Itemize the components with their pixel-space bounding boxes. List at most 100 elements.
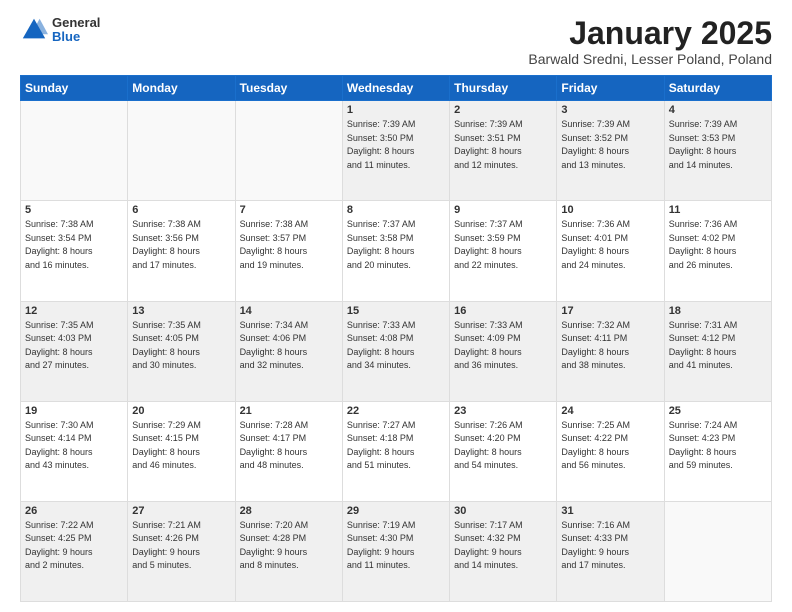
calendar-cell: 30 Sunrise: 7:17 AMSunset: 4:32 PMDayligh… <box>450 501 557 601</box>
day-number: 7 <box>240 204 338 216</box>
day-number: 14 <box>240 305 338 317</box>
day-number: 11 <box>669 204 767 216</box>
day-info: Sunrise: 7:17 AMSunset: 4:32 PMDaylight:… <box>454 519 552 573</box>
day-number: 19 <box>25 405 123 417</box>
day-info: Sunrise: 7:16 AMSunset: 4:33 PMDaylight:… <box>561 519 659 573</box>
day-number: 8 <box>347 204 445 216</box>
day-number: 18 <box>669 305 767 317</box>
weekday-header-monday: Monday <box>128 76 235 101</box>
day-number: 15 <box>347 305 445 317</box>
calendar-cell: 13Sunrise: 7:35 AMSunset: 4:05 PMDayligh… <box>128 301 235 401</box>
page: General Blue January 2025 Barwald Sredni… <box>0 0 792 612</box>
weekday-header-thursday: Thursday <box>450 76 557 101</box>
calendar-cell: 31Sunrise: 7:16 AMSunset: 4:33 PMDayligh… <box>557 501 664 601</box>
day-info: Sunrise: 7:38 AMSunset: 3:56 PMDaylight:… <box>132 218 230 272</box>
day-number: 27 <box>132 505 230 517</box>
day-number: 28 <box>240 505 338 517</box>
day-info: Sunrise: 7:37 AMSunset: 3:59 PMDaylight:… <box>454 218 552 272</box>
day-number: 29 <box>347 505 445 517</box>
calendar-cell: 22 Sunrise: 7:27 AMSunset: 4:18 PMDayligh… <box>342 401 449 501</box>
logo-text: General Blue <box>52 16 100 45</box>
calendar-cell: 17 Sunrise: 7:32 AMSunset: 4:11 PMDayligh… <box>557 301 664 401</box>
day-info: Sunrise: 7:32 AMSunset: 4:11 PMDaylight:… <box>561 319 659 373</box>
day-number: 20 <box>132 405 230 417</box>
day-info: Sunrise: 7:38 AMSunset: 3:54 PMDaylight:… <box>25 218 123 272</box>
calendar-cell: 6 Sunrise: 7:38 AMSunset: 3:56 PMDaylight… <box>128 201 235 301</box>
calendar-cell: 5 Sunrise: 7:38 AMSunset: 3:54 PMDaylight… <box>21 201 128 301</box>
weekday-header-sunday: Sunday <box>21 76 128 101</box>
day-info: Sunrise: 7:34 AMSunset: 4:06 PMDaylight:… <box>240 319 338 373</box>
day-number: 30 <box>454 505 552 517</box>
weekday-header-saturday: Saturday <box>664 76 771 101</box>
day-number: 17 <box>561 305 659 317</box>
day-info: Sunrise: 7:39 AMSunset: 3:53 PMDaylight:… <box>669 118 767 172</box>
calendar-week-row: 1Sunrise: 7:39 AMSunset: 3:50 PMDaylight… <box>21 101 772 201</box>
day-info: Sunrise: 7:25 AMSunset: 4:22 PMDaylight:… <box>561 419 659 473</box>
day-info: Sunrise: 7:39 AMSunset: 3:52 PMDaylight:… <box>561 118 659 172</box>
calendar-cell: 16 Sunrise: 7:33 AMSunset: 4:09 PMDayligh… <box>450 301 557 401</box>
day-info: Sunrise: 7:39 AMSunset: 3:51 PMDaylight:… <box>454 118 552 172</box>
day-info: Sunrise: 7:33 AMSunset: 4:09 PMDaylight:… <box>454 319 552 373</box>
logo-blue-text: Blue <box>52 30 100 44</box>
calendar-table: SundayMondayTuesdayWednesdayThursdayFrid… <box>20 75 772 602</box>
weekday-header-wednesday: Wednesday <box>342 76 449 101</box>
calendar-cell: 1Sunrise: 7:39 AMSunset: 3:50 PMDaylight… <box>342 101 449 201</box>
calendar-cell: 2 Sunrise: 7:39 AMSunset: 3:51 PMDaylight… <box>450 101 557 201</box>
day-info: Sunrise: 7:36 AMSunset: 4:01 PMDaylight:… <box>561 218 659 272</box>
day-info: Sunrise: 7:22 AMSunset: 4:25 PMDaylight:… <box>25 519 123 573</box>
location: Barwald Sredni, Lesser Poland, Poland <box>528 51 772 67</box>
calendar-cell: 9 Sunrise: 7:37 AMSunset: 3:59 PMDaylight… <box>450 201 557 301</box>
day-number: 9 <box>454 204 552 216</box>
calendar-week-row: 19 Sunrise: 7:30 AMSunset: 4:14 PMDayligh… <box>21 401 772 501</box>
calendar-week-row: 26 Sunrise: 7:22 AMSunset: 4:25 PMDayligh… <box>21 501 772 601</box>
calendar-week-row: 5 Sunrise: 7:38 AMSunset: 3:54 PMDaylight… <box>21 201 772 301</box>
day-info: Sunrise: 7:21 AMSunset: 4:26 PMDaylight:… <box>132 519 230 573</box>
day-info: Sunrise: 7:20 AMSunset: 4:28 PMDaylight:… <box>240 519 338 573</box>
calendar-cell: 4 Sunrise: 7:39 AMSunset: 3:53 PMDaylight… <box>664 101 771 201</box>
calendar-cell: 21Sunrise: 7:28 AMSunset: 4:17 PMDayligh… <box>235 401 342 501</box>
day-number: 16 <box>454 305 552 317</box>
day-number: 22 <box>347 405 445 417</box>
calendar-cell: 26 Sunrise: 7:22 AMSunset: 4:25 PMDayligh… <box>21 501 128 601</box>
day-info: Sunrise: 7:37 AMSunset: 3:58 PMDaylight:… <box>347 218 445 272</box>
title-block: January 2025 Barwald Sredni, Lesser Pola… <box>528 16 772 67</box>
calendar-week-row: 12Sunrise: 7:35 AMSunset: 4:03 PMDayligh… <box>21 301 772 401</box>
day-number: 24 <box>561 405 659 417</box>
day-info: Sunrise: 7:35 AMSunset: 4:03 PMDaylight:… <box>25 319 123 373</box>
day-info: Sunrise: 7:33 AMSunset: 4:08 PMDaylight:… <box>347 319 445 373</box>
day-number: 26 <box>25 505 123 517</box>
day-info: Sunrise: 7:27 AMSunset: 4:18 PMDaylight:… <box>347 419 445 473</box>
calendar-cell <box>128 101 235 201</box>
day-info: Sunrise: 7:28 AMSunset: 4:17 PMDaylight:… <box>240 419 338 473</box>
day-number: 4 <box>669 104 767 116</box>
calendar-cell <box>21 101 128 201</box>
calendar-cell: 3 Sunrise: 7:39 AMSunset: 3:52 PMDaylight… <box>557 101 664 201</box>
logo-general-text: General <box>52 16 100 30</box>
logo-icon <box>20 16 48 44</box>
calendar-cell: 23Sunrise: 7:26 AMSunset: 4:20 PMDayligh… <box>450 401 557 501</box>
day-number: 2 <box>454 104 552 116</box>
day-number: 6 <box>132 204 230 216</box>
month-title: January 2025 <box>528 16 772 51</box>
day-number: 3 <box>561 104 659 116</box>
calendar-cell: 19 Sunrise: 7:30 AMSunset: 4:14 PMDayligh… <box>21 401 128 501</box>
day-info: Sunrise: 7:19 AMSunset: 4:30 PMDaylight:… <box>347 519 445 573</box>
day-info: Sunrise: 7:39 AMSunset: 3:50 PMDaylight:… <box>347 118 445 172</box>
calendar-cell: 7 Sunrise: 7:38 AMSunset: 3:57 PMDaylight… <box>235 201 342 301</box>
calendar-cell: 29 Sunrise: 7:19 AMSunset: 4:30 PMDayligh… <box>342 501 449 601</box>
day-info: Sunrise: 7:30 AMSunset: 4:14 PMDaylight:… <box>25 419 123 473</box>
calendar-cell: 10Sunrise: 7:36 AMSunset: 4:01 PMDayligh… <box>557 201 664 301</box>
calendar-cell: 24 Sunrise: 7:25 AMSunset: 4:22 PMDayligh… <box>557 401 664 501</box>
calendar-cell: 12Sunrise: 7:35 AMSunset: 4:03 PMDayligh… <box>21 301 128 401</box>
day-number: 13 <box>132 305 230 317</box>
logo: General Blue <box>20 16 100 45</box>
day-info: Sunrise: 7:38 AMSunset: 3:57 PMDaylight:… <box>240 218 338 272</box>
day-number: 25 <box>669 405 767 417</box>
calendar-cell: 15 Sunrise: 7:33 AMSunset: 4:08 PMDayligh… <box>342 301 449 401</box>
day-number: 5 <box>25 204 123 216</box>
day-info: Sunrise: 7:24 AMSunset: 4:23 PMDaylight:… <box>669 419 767 473</box>
calendar-cell: 28 Sunrise: 7:20 AMSunset: 4:28 PMDayligh… <box>235 501 342 601</box>
calendar-cell: 18Sunrise: 7:31 AMSunset: 4:12 PMDayligh… <box>664 301 771 401</box>
calendar-cell: 8 Sunrise: 7:37 AMSunset: 3:58 PMDaylight… <box>342 201 449 301</box>
calendar-cell: 27 Sunrise: 7:21 AMSunset: 4:26 PMDayligh… <box>128 501 235 601</box>
